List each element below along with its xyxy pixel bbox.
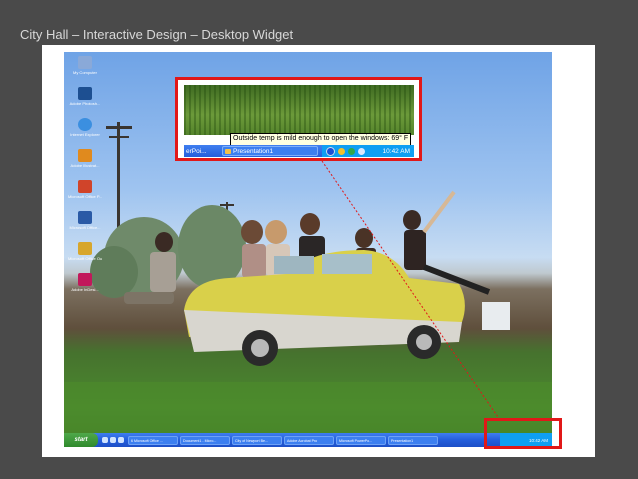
zoom-taskbar-button-powerpoint[interactable]: erPoi... (184, 148, 222, 155)
tray-highlight-box (484, 418, 562, 449)
zoom-taskbar: erPoi... Presentation1 10:42 AM (184, 145, 414, 157)
zoom-wallpaper (184, 85, 414, 135)
callout-connector (321, 160, 501, 421)
zoom-callout: Outside temp is mild enough to open the … (175, 77, 422, 161)
bluetooth-icon[interactable] (326, 146, 335, 156)
folder-icon (225, 149, 231, 154)
volume-icon[interactable] (358, 147, 365, 155)
zoom-presentation-label: Presentation1 (233, 148, 274, 155)
network-icon[interactable] (348, 147, 355, 155)
zoom-taskbar-button-presentation1[interactable]: Presentation1 (222, 146, 318, 156)
zoom-callout-content: Outside temp is mild enough to open the … (184, 85, 414, 157)
zoom-clock[interactable]: 10:42 AM (383, 148, 410, 155)
weather-widget-icon[interactable] (338, 147, 345, 155)
zoom-system-tray: 10:42 AM (322, 145, 414, 157)
